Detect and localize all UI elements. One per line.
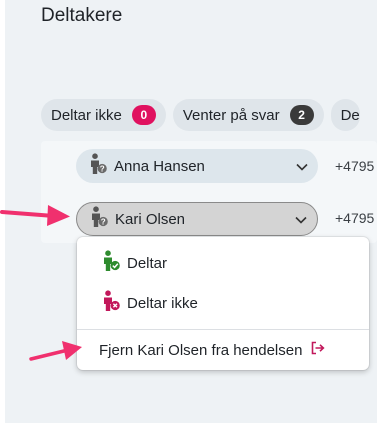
remove-participant-button[interactable]: Fjern Kari Olsen fra hendelsen <box>77 337 369 363</box>
filter-chip-not-attending[interactable]: Deltar ikke 0 <box>41 99 166 131</box>
filter-chip-label: Venter på svar <box>182 106 280 124</box>
filter-chip-label: Deltar ikke <box>51 106 122 124</box>
count-badge: 0 <box>131 105 156 125</box>
annotation-arrow-icon <box>29 341 82 361</box>
remove-participant-label: Fjern Kari Olsen fra hendelsen <box>99 341 303 359</box>
sign-out-icon <box>310 341 326 359</box>
menu-divider <box>77 329 369 330</box>
participant-status-dropdown[interactable]: ? Anna Hansen <box>76 149 318 183</box>
person-unknown-icon: ? <box>89 206 109 232</box>
person-x-icon <box>101 290 121 316</box>
menu-item-label: Deltar <box>127 254 168 272</box>
chevron-down-icon <box>295 211 307 228</box>
filter-chip-label: De <box>340 106 360 124</box>
participant-phone: +4795 <box>335 158 375 174</box>
svg-text:?: ? <box>100 164 105 173</box>
menu-item-not-attending[interactable]: Deltar ikke <box>77 285 369 321</box>
person-check-icon <box>101 250 121 276</box>
participant-phone: +4795 <box>335 210 375 226</box>
filter-chip-partial[interactable]: De <box>330 99 360 131</box>
count-badge: 2 <box>289 105 314 125</box>
person-unknown-icon: ? <box>88 153 108 179</box>
filter-chips: Deltar ikke 0 Venter på svar 2 De <box>41 99 360 131</box>
svg-text:?: ? <box>101 217 106 226</box>
annotation-arrow-icon <box>0 205 70 226</box>
participant-name: Anna Hansen <box>114 157 205 175</box>
menu-item-attending[interactable]: Deltar <box>77 245 369 281</box>
menu-item-label: Deltar ikke <box>127 294 198 312</box>
status-dropdown-menu: Deltar Deltar ikke Fjern Kari Olsen fra … <box>77 237 369 370</box>
chevron-down-icon <box>296 158 308 175</box>
page-title: Deltakere <box>41 5 123 26</box>
filter-chip-awaiting-reply[interactable]: Venter på svar 2 <box>172 99 324 131</box>
participant-name: Kari Olsen <box>115 210 186 228</box>
participant-status-dropdown[interactable]: ? Kari Olsen <box>76 202 318 236</box>
